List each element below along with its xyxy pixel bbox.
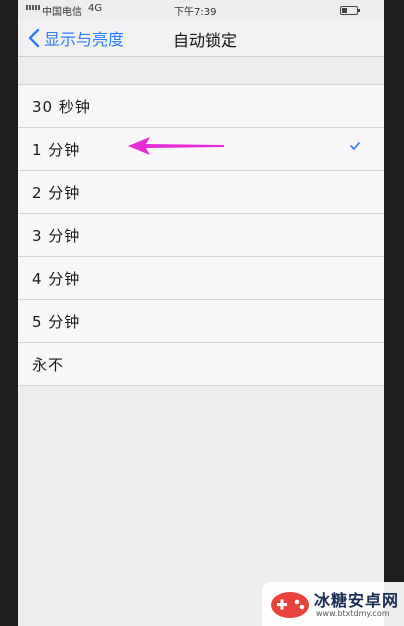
option-label: 2 分钟 bbox=[32, 184, 81, 202]
status-time: 下午7:39 bbox=[174, 7, 217, 18]
carrier-label: 中国电信 bbox=[42, 7, 82, 18]
battery-icon bbox=[340, 6, 360, 15]
gamepad-logo-icon bbox=[271, 592, 309, 618]
network-label: 4G bbox=[88, 3, 103, 14]
watermark-text: 冰糖安卓网 bbox=[314, 591, 400, 610]
option-30-seconds[interactable]: 30 秒钟 bbox=[18, 85, 384, 128]
option-5-minutes[interactable]: 5 分钟 bbox=[18, 300, 384, 343]
option-label: 4 分钟 bbox=[32, 270, 81, 288]
watermark-url: www.btxtdmy.com bbox=[316, 609, 390, 618]
option-label: 永不 bbox=[32, 356, 65, 374]
option-4-minutes[interactable]: 4 分钟 bbox=[18, 257, 384, 300]
phone-screen: 中国电信 4G 下午7:39 显示与亮度 自动锁定 30 秒钟 1 分钟 2 分… bbox=[18, 0, 384, 626]
arrow-annotation-icon bbox=[128, 137, 224, 155]
option-2-minutes[interactable]: 2 分钟 bbox=[18, 171, 384, 214]
option-label: 30 秒钟 bbox=[32, 98, 91, 116]
option-label: 3 分钟 bbox=[32, 227, 81, 245]
nav-bar: 显示与亮度 自动锁定 bbox=[18, 20, 384, 57]
watermark: 冰糖安卓网 www.btxtdmy.com bbox=[262, 582, 404, 626]
option-never[interactable]: 永不 bbox=[18, 343, 384, 386]
option-label: 5 分钟 bbox=[32, 313, 81, 331]
signal-icon bbox=[26, 5, 40, 10]
option-3-minutes[interactable]: 3 分钟 bbox=[18, 214, 384, 257]
page-title: 自动锁定 bbox=[172, 31, 237, 50]
auto-lock-options-list: 30 秒钟 1 分钟 2 分钟 3 分钟 4 分钟 5 分钟 永不 bbox=[18, 84, 384, 386]
option-label: 1 分钟 bbox=[32, 141, 81, 159]
status-bar: 中国电信 4G 下午7:39 bbox=[18, 0, 384, 20]
checkmark-icon bbox=[350, 142, 360, 150]
